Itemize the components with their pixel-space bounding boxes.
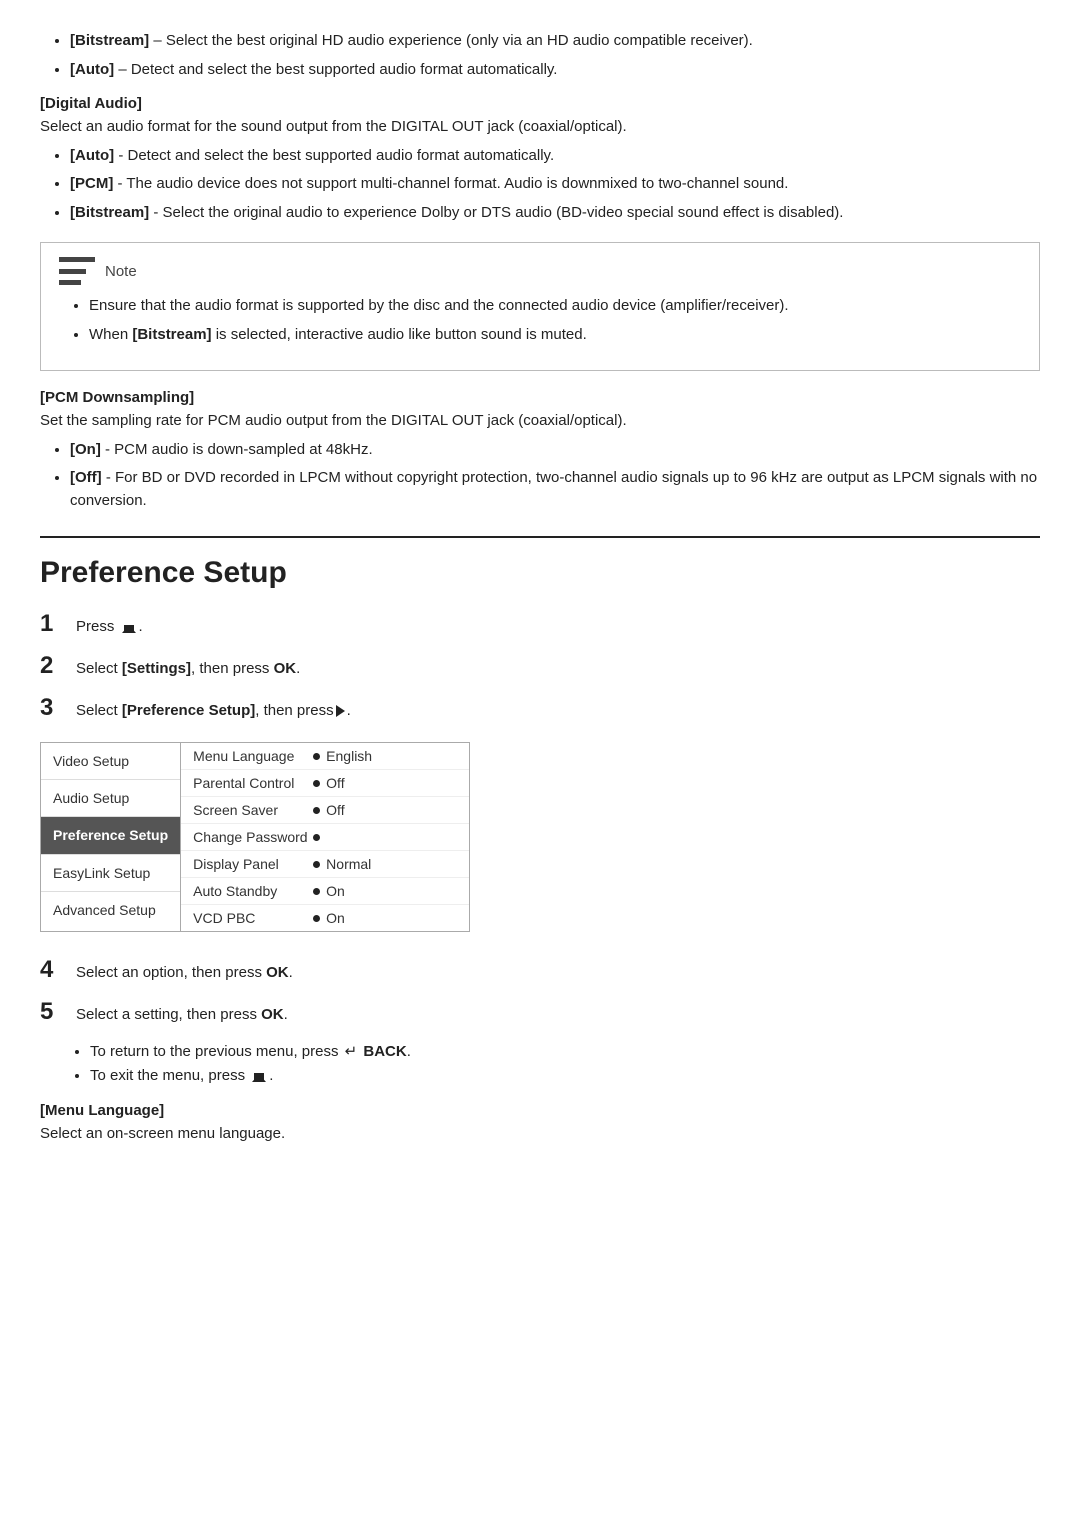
menu-row-change-password: Change Password [181, 824, 469, 851]
digital-audio-text: Select an audio format for the sound out… [40, 116, 1040, 139]
steps-4-5: 4 Select an option, then press OK. 5 Sel… [40, 952, 1040, 1030]
pcm-bullet-on: [On] - PCM audio is down-sampled at 48kH… [70, 439, 1040, 462]
digital-audio-bullet-list: [Auto] - Detect and select the best supp… [40, 145, 1040, 225]
note-bullet-1: Ensure that the audio format is supporte… [89, 295, 1021, 318]
note-label: Note [105, 263, 137, 280]
step-4-num: 4 [40, 952, 76, 988]
menu-item-advanced-setup: Advanced Setup [41, 892, 180, 928]
play-icon-1 [336, 705, 345, 717]
menu-row-label-change-password: Change Password [193, 829, 313, 845]
pcm-heading: [PCM Downsampling] [40, 389, 1040, 406]
menu-item-easylink-setup: EasyLink Setup [41, 855, 180, 892]
step-2-text: Select [Settings], then press OK. [76, 658, 300, 681]
back-icon: ↵ [345, 1040, 358, 1064]
menu-row-label-parental-control: Parental Control [193, 775, 313, 791]
note-header: Note [59, 257, 1021, 285]
intro-bullet-auto: [Auto] – Detect and select the best supp… [70, 59, 1040, 82]
menu-language-heading: [Menu Language] [40, 1102, 1040, 1119]
step-1-text: Press . [76, 616, 143, 639]
menu-row-auto-standby: Auto Standby On [181, 878, 469, 905]
menu-item-audio-setup: Audio Setup [41, 780, 180, 817]
preference-setup-title: Preference Setup [40, 556, 1040, 590]
home-icon-1 [122, 616, 136, 639]
menu-row-label-screen-saver: Screen Saver [193, 802, 313, 818]
menu-row-parental-control: Parental Control Off [181, 770, 469, 797]
step-2-num: 2 [40, 648, 76, 684]
note-box: Note Ensure that the audio format is sup… [40, 242, 1040, 371]
menu-left: Video Setup Audio Setup Preference Setup… [41, 743, 181, 931]
digital-audio-bullet-pcm: [PCM] - The audio device does not suppor… [70, 173, 1040, 196]
menu-row-label-display-panel: Display Panel [193, 856, 313, 872]
menu-row-value-auto-standby: On [313, 883, 345, 899]
step-4: 4 Select an option, then press OK. [40, 952, 1040, 988]
menu-row-value-change-password [313, 834, 326, 841]
step-4-text: Select an option, then press OK. [76, 962, 293, 985]
menu-row-menu-language: Menu Language English [181, 743, 469, 770]
menu-item-preference-setup: Preference Setup [41, 817, 180, 854]
step-1-num: 1 [40, 606, 76, 642]
step-1: 1 Press . [40, 606, 1040, 642]
menu-item-video-setup: Video Setup [41, 743, 180, 780]
pcm-text: Set the sampling rate for PCM audio outp… [40, 410, 1040, 433]
setup-menu: Video Setup Audio Setup Preference Setup… [40, 742, 470, 932]
menu-right: Menu Language English Parental Control O… [181, 743, 469, 931]
step-5: 5 Select a setting, then press OK. [40, 994, 1040, 1030]
step-5-text: Select a setting, then press OK. [76, 1004, 288, 1027]
sub-bullet-list: To return to the previous menu, press ↵ … [40, 1040, 1040, 1088]
menu-row-vcd-pbc: VCD PBC On [181, 905, 469, 931]
step-3: 3 Select [Preference Setup], then press. [40, 690, 1040, 726]
pcm-bullet-list: [On] - PCM audio is down-sampled at 48kH… [40, 439, 1040, 513]
sub-bullet-back: To return to the previous menu, press ↵ … [90, 1040, 1040, 1064]
menu-row-label-vcd-pbc: VCD PBC [193, 910, 313, 926]
menu-row-label-menu-language: Menu Language [193, 748, 313, 764]
note-icon [59, 257, 95, 285]
digital-audio-bullet-auto: [Auto] - Detect and select the best supp… [70, 145, 1040, 168]
step-3-num: 3 [40, 690, 76, 726]
sub-bullet-exit: To exit the menu, press . [90, 1064, 1040, 1088]
intro-bullet-list: [Bitstream] – Select the best original H… [40, 30, 1040, 81]
step-5-num: 5 [40, 994, 76, 1030]
menu-row-screen-saver: Screen Saver Off [181, 797, 469, 824]
step-3-text: Select [Preference Setup], then press. [76, 700, 351, 723]
note-bullet-2: When [Bitstream] is selected, interactiv… [89, 324, 1021, 347]
menu-row-display-panel: Display Panel Normal [181, 851, 469, 878]
menu-language-text: Select an on-screen menu language. [40, 1123, 1040, 1146]
home-icon-2 [252, 1064, 266, 1088]
menu-row-value-menu-language: English [313, 748, 372, 764]
digital-audio-bullet-bitstream: [Bitstream] - Select the original audio … [70, 202, 1040, 225]
menu-row-value-screen-saver: Off [313, 802, 344, 818]
menu-row-value-parental-control: Off [313, 775, 344, 791]
menu-row-value-display-panel: Normal [313, 856, 371, 872]
digital-audio-heading: [Digital Audio] [40, 95, 1040, 112]
section-divider [40, 536, 1040, 538]
intro-bullet-bitstream: [Bitstream] – Select the best original H… [70, 30, 1040, 53]
menu-row-value-vcd-pbc: On [313, 910, 345, 926]
steps-1-3: 1 Press . 2 Select [Settings], then pres… [40, 606, 1040, 726]
menu-row-label-auto-standby: Auto Standby [193, 883, 313, 899]
step-2: 2 Select [Settings], then press OK. [40, 648, 1040, 684]
note-bullet-list: Ensure that the audio format is supporte… [59, 295, 1021, 346]
pcm-bullet-off: [Off] - For BD or DVD recorded in LPCM w… [70, 467, 1040, 512]
